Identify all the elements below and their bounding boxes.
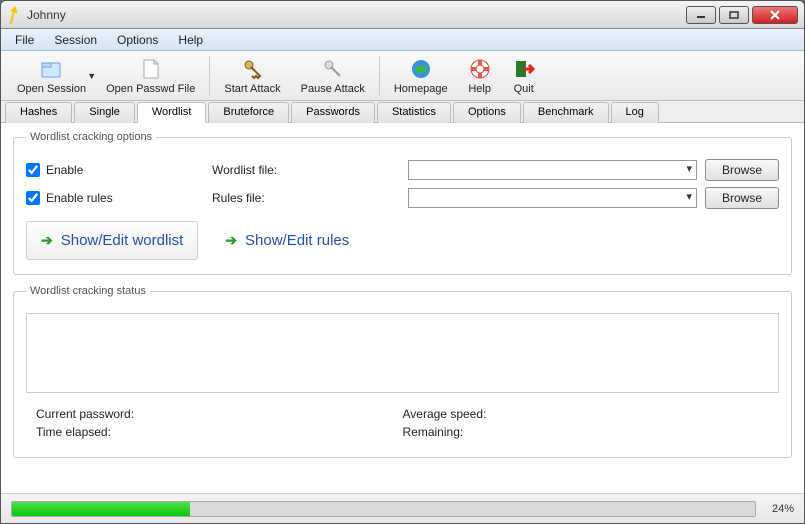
tab-log[interactable]: Log: [611, 102, 659, 123]
tab-statistics[interactable]: Statistics: [377, 102, 451, 123]
titlebar[interactable]: Johnny: [1, 1, 804, 29]
enable-label: Enable: [46, 163, 83, 177]
wordlist-file-label: Wordlist file:: [212, 163, 277, 177]
browse-rules-button[interactable]: Browse: [705, 187, 779, 209]
rules-file-combo[interactable]: [408, 188, 697, 208]
app-icon: [7, 6, 21, 24]
tab-options[interactable]: Options: [453, 102, 521, 123]
tab-passwords[interactable]: Passwords: [291, 102, 375, 123]
wordlist-status-group: Wordlist cracking status Current passwor…: [13, 285, 792, 458]
enable-rules-label: Enable rules: [46, 191, 113, 205]
wordlist-file-combo[interactable]: [408, 160, 697, 180]
show-edit-wordlist-button[interactable]: ➔ Show/Edit wordlist: [26, 221, 198, 260]
globe-icon: [409, 57, 433, 81]
start-attack-label: Start Attack: [224, 83, 280, 95]
statusbar: 24%: [1, 493, 804, 523]
enable-rules-checkbox[interactable]: [26, 191, 40, 205]
open-passwd-button[interactable]: Open Passwd File: [96, 53, 205, 99]
arrow-right-icon: ➔: [41, 232, 53, 249]
tab-content: Wordlist cracking options Enable Wordlis…: [1, 123, 804, 493]
show-edit-rules-button[interactable]: ➔ Show/Edit rules: [210, 221, 364, 260]
open-session-button[interactable]: Open Session ▼: [7, 53, 96, 99]
tab-hashes[interactable]: Hashes: [5, 102, 72, 123]
help-label: Help: [468, 83, 491, 95]
menubar: File Session Options Help: [1, 29, 804, 51]
rules-file-label: Rules file:: [212, 191, 265, 205]
dropdown-arrow-icon[interactable]: ▼: [87, 71, 96, 81]
homepage-button[interactable]: Homepage: [384, 53, 458, 99]
toolbar: Open Session ▼ Open Passwd File Start At…: [1, 51, 804, 101]
toolbar-separator: [379, 56, 380, 96]
progress-fill: [12, 502, 190, 516]
browse-wordlist-button[interactable]: Browse: [705, 159, 779, 181]
average-speed-label: Average speed:: [403, 407, 487, 421]
homepage-label: Homepage: [394, 83, 448, 95]
menu-options[interactable]: Options: [109, 31, 166, 49]
exit-icon: [512, 57, 536, 81]
lifebuoy-icon: [468, 57, 492, 81]
start-attack-button[interactable]: Start Attack: [214, 53, 290, 99]
toolbar-separator: [209, 56, 210, 96]
progress-percent: 24%: [764, 503, 794, 515]
wordlist-options-group: Wordlist cracking options Enable Wordlis…: [13, 131, 792, 275]
file-icon: [139, 57, 163, 81]
minimize-button[interactable]: [686, 6, 716, 24]
menu-session[interactable]: Session: [46, 31, 105, 49]
folder-icon: [40, 57, 64, 81]
wordlist-options-title: Wordlist cracking options: [26, 131, 156, 143]
help-button[interactable]: Help: [458, 53, 502, 99]
arrow-right-icon: ➔: [225, 232, 237, 249]
time-elapsed-label: Time elapsed:: [36, 425, 111, 439]
show-edit-rules-label: Show/Edit rules: [245, 232, 349, 249]
close-button[interactable]: [752, 6, 798, 24]
progress-bar: [11, 501, 756, 517]
menu-file[interactable]: File: [7, 31, 42, 49]
wordlist-status-title: Wordlist cracking status: [26, 285, 150, 297]
current-password-label: Current password:: [36, 407, 134, 421]
keys-icon: [241, 57, 265, 81]
remaining-label: Remaining:: [403, 425, 464, 439]
open-session-label: Open Session: [17, 83, 86, 95]
quit-button[interactable]: Quit: [502, 53, 546, 99]
tab-benchmark[interactable]: Benchmark: [523, 102, 609, 123]
maximize-button[interactable]: [719, 6, 749, 24]
tab-wordlist[interactable]: Wordlist: [137, 102, 207, 123]
pause-attack-label: Pause Attack: [301, 83, 365, 95]
status-output: [26, 313, 779, 393]
open-passwd-label: Open Passwd File: [106, 83, 195, 95]
menu-help[interactable]: Help: [170, 31, 211, 49]
app-window: Johnny File Session Options Help Open Se…: [0, 0, 805, 524]
tab-bruteforce[interactable]: Bruteforce: [208, 102, 289, 123]
tab-bar: Hashes Single Wordlist Bruteforce Passwo…: [1, 101, 804, 123]
pause-attack-button[interactable]: Pause Attack: [291, 53, 375, 99]
show-edit-wordlist-label: Show/Edit wordlist: [61, 232, 184, 249]
enable-checkbox[interactable]: [26, 163, 40, 177]
quit-label: Quit: [514, 83, 534, 95]
keys-paused-icon: [321, 57, 345, 81]
window-title: Johnny: [27, 8, 686, 22]
tab-single[interactable]: Single: [74, 102, 135, 123]
